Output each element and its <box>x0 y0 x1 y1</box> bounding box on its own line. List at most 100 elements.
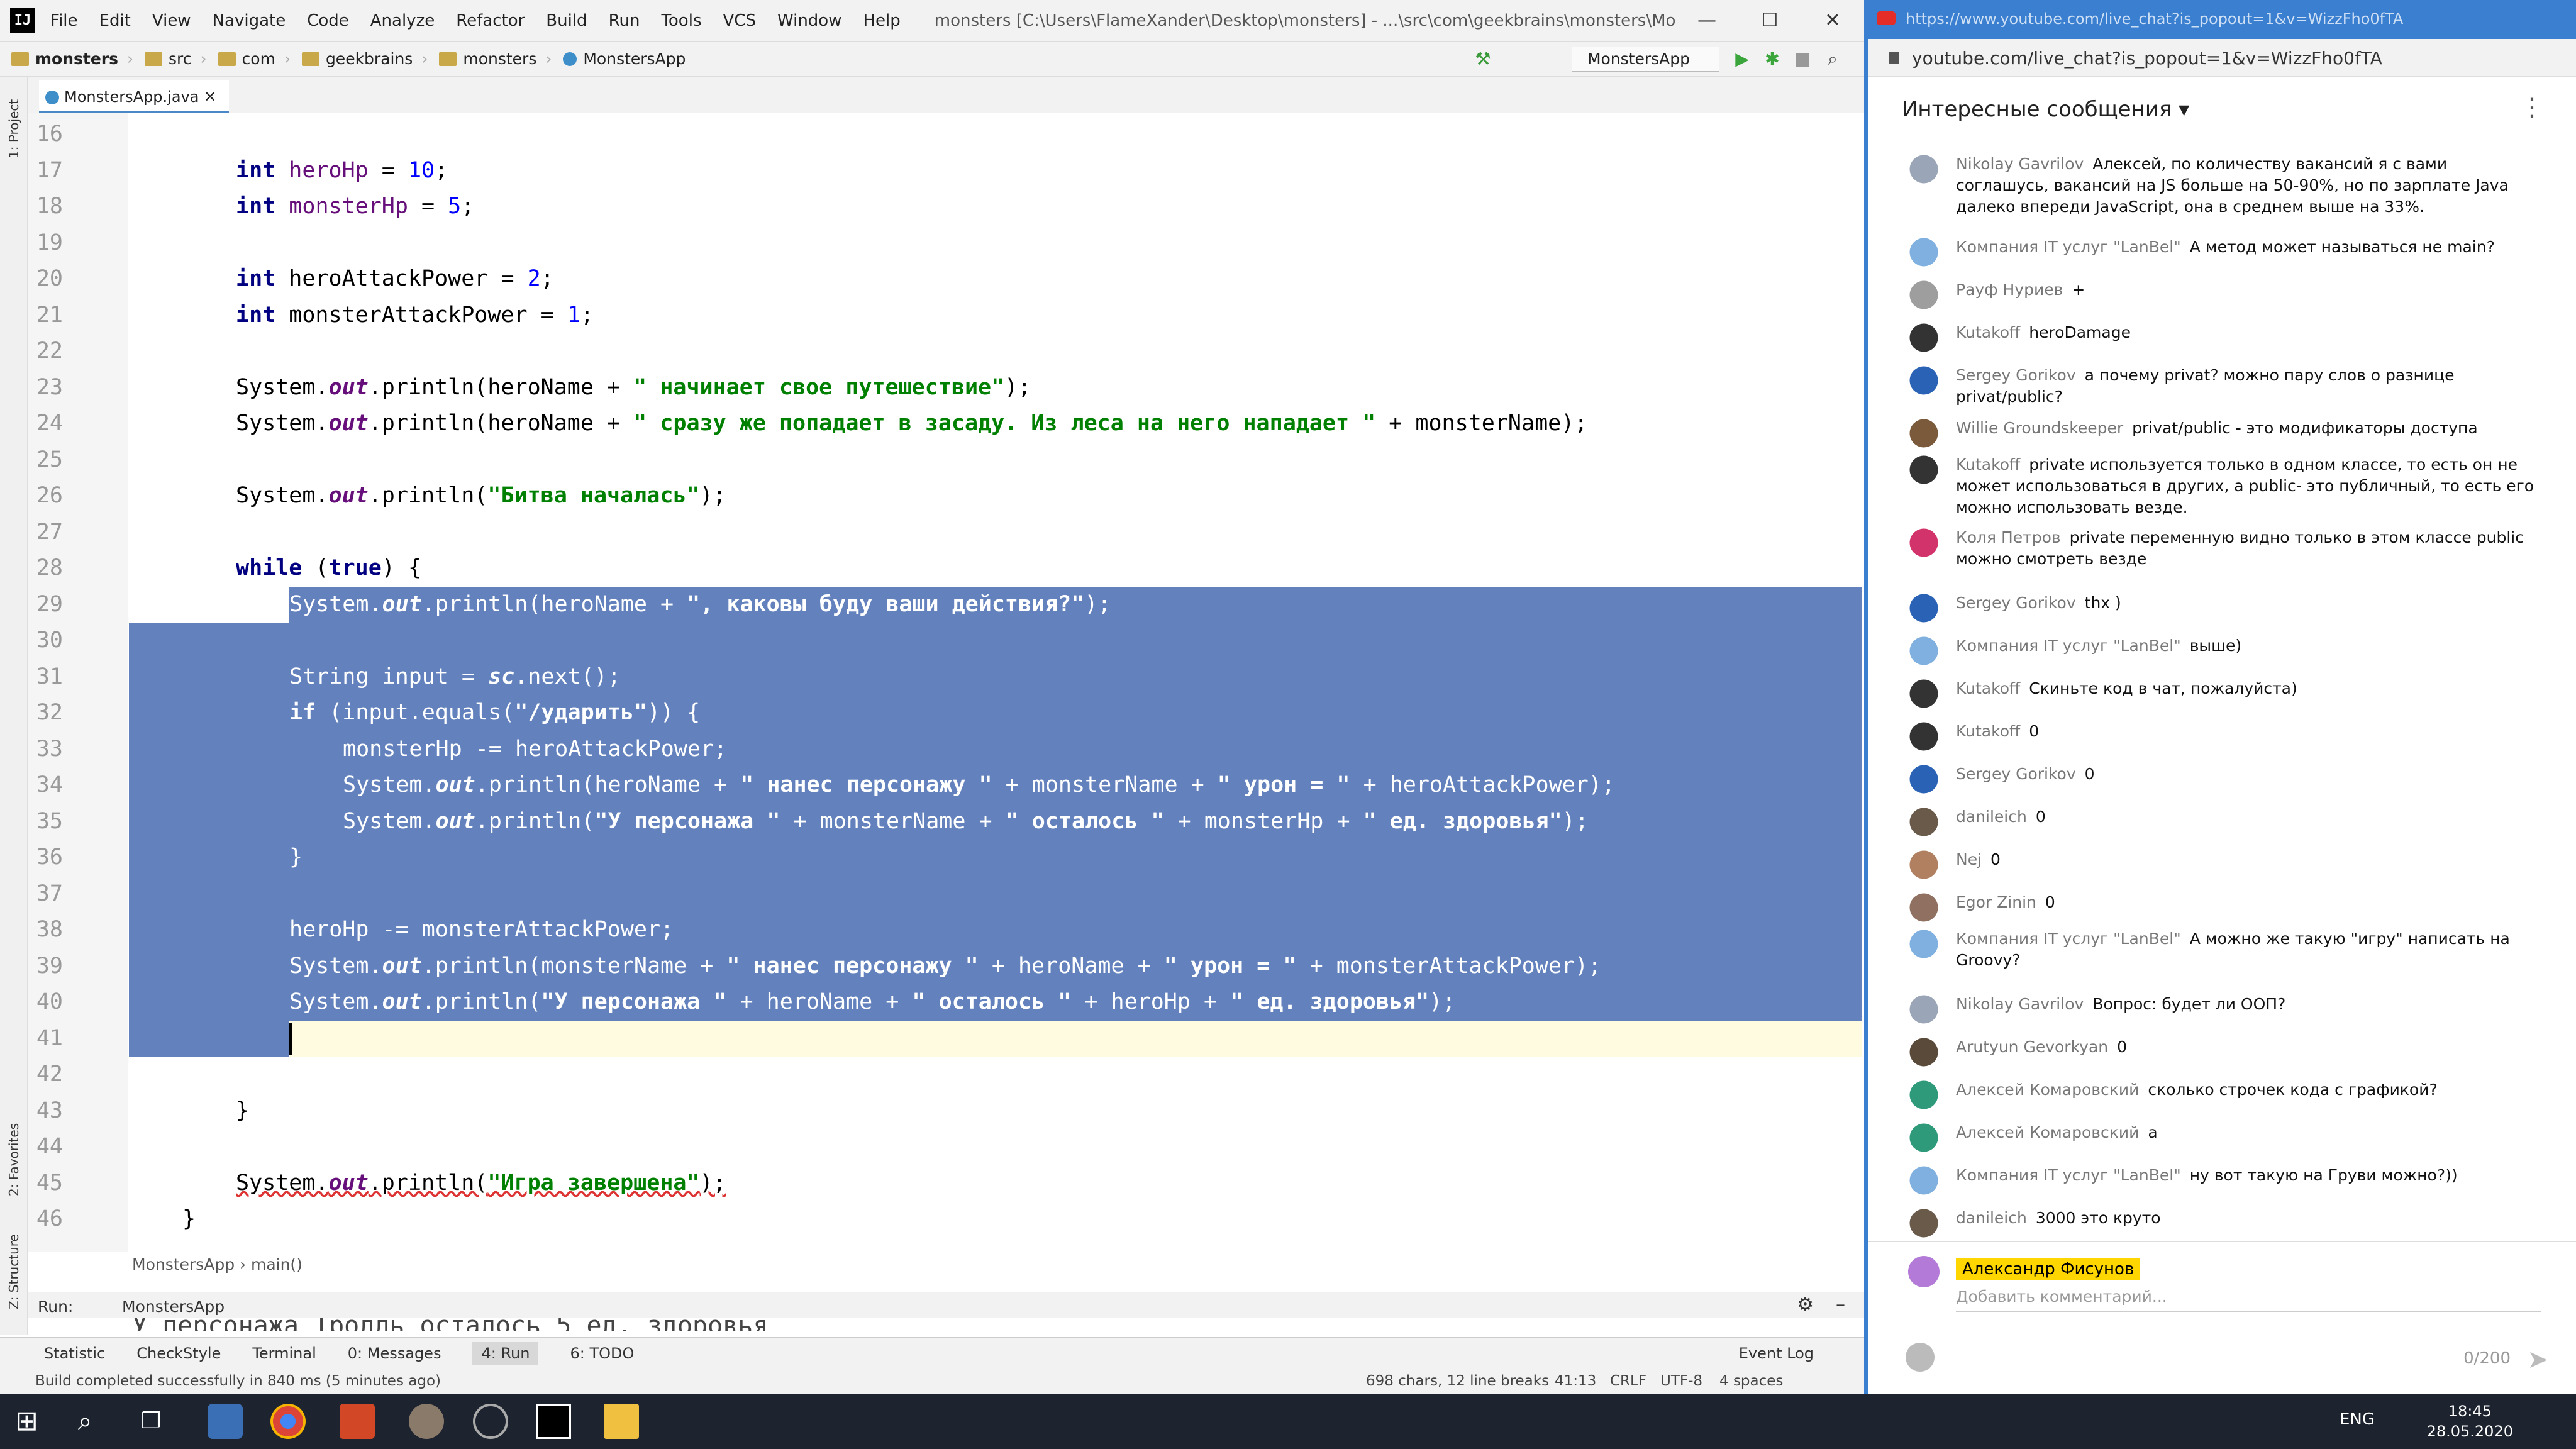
checkstyle-tab[interactable]: CheckStyle <box>136 1345 221 1362</box>
menu-file[interactable]: File <box>50 11 78 30</box>
comment-input[interactable]: Добавить комментарий... <box>1956 1287 2541 1312</box>
code-line[interactable]: 38 heroHp -= monsterAttackPower; <box>0 912 1836 948</box>
code-line[interactable]: 17 int heroHp = 10; <box>0 153 1836 189</box>
avatar[interactable] <box>1909 808 1938 836</box>
chat-author[interactable]: Nikolay Gavrilov <box>1956 995 2084 1013</box>
app-icon[interactable] <box>409 1404 444 1439</box>
chat-author[interactable]: Nikolay Gavrilov <box>1956 155 2084 173</box>
build-hammer-icon[interactable]: ⚒ <box>1473 49 1493 69</box>
code-line[interactable]: 22 <box>0 333 1836 370</box>
code-line[interactable]: 20 int heroAttackPower = 2; <box>0 261 1836 297</box>
breadcrumb-monsters[interactable]: monsters › <box>439 50 552 68</box>
chat-filter-dropdown[interactable]: Интересные сообщения ▾ <box>1902 97 2189 122</box>
menu-window[interactable]: Window <box>777 11 842 30</box>
run-icon[interactable]: ▶ <box>1732 49 1752 69</box>
code-line[interactable]: 26 System.out.println("Битва началась"); <box>0 478 1836 514</box>
code-line[interactable]: 32 if (input.equals("/ударить")) { <box>0 695 1836 731</box>
code-line[interactable]: 27 <box>0 514 1836 551</box>
breadcrumb-project[interactable]: monsters › <box>11 50 133 68</box>
file-explorer-icon[interactable] <box>604 1404 639 1439</box>
avatar[interactable] <box>1909 679 1938 708</box>
chat-author[interactable]: Kutakoff <box>1956 323 2020 341</box>
chat-author[interactable]: Nej <box>1956 850 1982 869</box>
avatar[interactable] <box>1909 722 1938 751</box>
code-line[interactable]: 23 System.out.println(heroName + " начина… <box>0 370 1836 406</box>
clock[interactable]: 18:45 28.05.2020 <box>2427 1401 2513 1441</box>
code-line[interactable]: 35 System.out.println("У персонажа " + mo… <box>0 804 1836 840</box>
code-line[interactable]: 44 <box>0 1129 1836 1165</box>
chat-author[interactable]: Willie Groundskeeper <box>1956 419 2123 437</box>
avatar[interactable] <box>1909 419 1938 448</box>
chat-author[interactable]: danileich <box>1956 808 2027 826</box>
windows-start-icon[interactable]: ⊞ <box>15 1404 50 1439</box>
menu-analyze[interactable]: Analyze <box>370 11 435 30</box>
code-line[interactable]: 16 <box>0 116 1836 153</box>
avatar[interactable] <box>1909 1080 1938 1109</box>
menu-build[interactable]: Build <box>546 11 587 30</box>
chat-author[interactable]: danileich <box>1956 1209 2027 1227</box>
caret-position[interactable]: 41:13 <box>1555 1373 1596 1389</box>
avatar[interactable] <box>1909 323 1938 352</box>
chat-author[interactable]: Компания IT услуг "LanBel" <box>1956 636 2181 655</box>
intellij-icon[interactable] <box>536 1404 571 1439</box>
statistic-tab[interactable]: Statistic <box>44 1345 105 1362</box>
code-line[interactable]: 31 String input = sc.next(); <box>0 659 1836 696</box>
run-tool-tab[interactable]: 4: Run <box>472 1341 539 1365</box>
menu-run[interactable]: Run <box>609 11 640 30</box>
file-encoding[interactable]: UTF-8 <box>1660 1373 1702 1389</box>
code-line[interactable]: 24 System.out.println(heroName + " сразу … <box>0 406 1836 442</box>
menu-navigate[interactable]: Navigate <box>213 11 286 30</box>
code-line[interactable]: 19 <box>0 225 1836 262</box>
language-indicator[interactable]: ENG <box>2340 1410 2375 1429</box>
code-line[interactable]: 46} <box>0 1201 1836 1238</box>
code-line[interactable]: 45 System.out.println("Игра завершена"); <box>0 1165 1836 1202</box>
code-line[interactable]: 40 System.out.println("У персонажа " + he… <box>0 984 1836 1021</box>
tab-monstersapp-java[interactable]: MonstersApp.java ✕ <box>39 80 230 113</box>
search-icon[interactable]: ⌕ <box>1823 49 1843 69</box>
avatar[interactable] <box>1909 893 1938 922</box>
chat-author[interactable]: Компания IT услуг "LanBel" <box>1956 1166 2181 1184</box>
avatar[interactable] <box>1909 155 1938 184</box>
avatar[interactable] <box>1909 1038 1938 1067</box>
avatar[interactable] <box>1909 1166 1938 1195</box>
code-line[interactable]: 30 <box>0 623 1836 659</box>
code-line[interactable]: 34 System.out.println(heroName + " нанес … <box>0 767 1836 804</box>
breadcrumb-src[interactable]: src › <box>145 50 207 68</box>
minimize-icon[interactable]: — <box>1675 9 1738 31</box>
code-line[interactable]: 33 monsterHp -= heroAttackPower; <box>0 731 1836 768</box>
avatar[interactable] <box>1909 594 1938 623</box>
avatar[interactable] <box>1909 528 1938 557</box>
chat-author[interactable]: Egor Zinin <box>1956 893 2036 911</box>
breadcrumb-geekbrains[interactable]: geekbrains › <box>301 50 428 68</box>
menu-refactor[interactable]: Refactor <box>456 11 525 30</box>
terminal-tab[interactable]: Terminal <box>252 1345 316 1362</box>
maximize-icon[interactable]: ☐ <box>1738 9 1801 31</box>
avatar[interactable] <box>1909 1123 1938 1152</box>
todo-tab[interactable]: 6: TODO <box>570 1345 634 1362</box>
line-separator[interactable]: CRLF <box>1610 1373 1646 1389</box>
code-line[interactable]: 25 <box>0 442 1836 479</box>
hide-icon[interactable]: – <box>1836 1294 1845 1316</box>
close-icon[interactable]: ✕ <box>1801 9 1864 31</box>
code-line[interactable]: 41 <box>0 1021 1836 1057</box>
avatar[interactable] <box>1909 1209 1938 1238</box>
code-line[interactable]: 21 int monsterAttackPower = 1; <box>0 297 1836 334</box>
chat-author[interactable]: Алексей Комаровский <box>1956 1080 2139 1099</box>
powerpoint-icon[interactable] <box>340 1404 375 1439</box>
code-line[interactable]: 42 <box>0 1057 1836 1093</box>
app-icon[interactable] <box>208 1404 243 1439</box>
chat-author[interactable]: Sergey Gorikov <box>1956 594 2076 612</box>
search-icon[interactable]: ⌕ <box>78 1404 113 1439</box>
emoji-icon[interactable] <box>1906 1343 1935 1372</box>
chat-author[interactable]: Компания IT услуг "LanBel" <box>1956 930 2181 948</box>
chrome-icon[interactable] <box>270 1404 306 1439</box>
avatar[interactable] <box>1909 455 1938 484</box>
avatar[interactable] <box>1909 765 1938 794</box>
structure-tool-tab[interactable]: Z: Structure <box>6 1234 21 1309</box>
breadcrumb-com[interactable]: com › <box>218 50 291 68</box>
chat-author[interactable]: Kutakoff <box>1956 722 2020 740</box>
chat-author[interactable]: Рауф Нуриев <box>1956 280 2063 299</box>
obs-icon[interactable] <box>473 1404 508 1439</box>
task-view-icon[interactable]: ❐ <box>141 1404 176 1439</box>
menu-help[interactable]: Help <box>863 11 900 30</box>
